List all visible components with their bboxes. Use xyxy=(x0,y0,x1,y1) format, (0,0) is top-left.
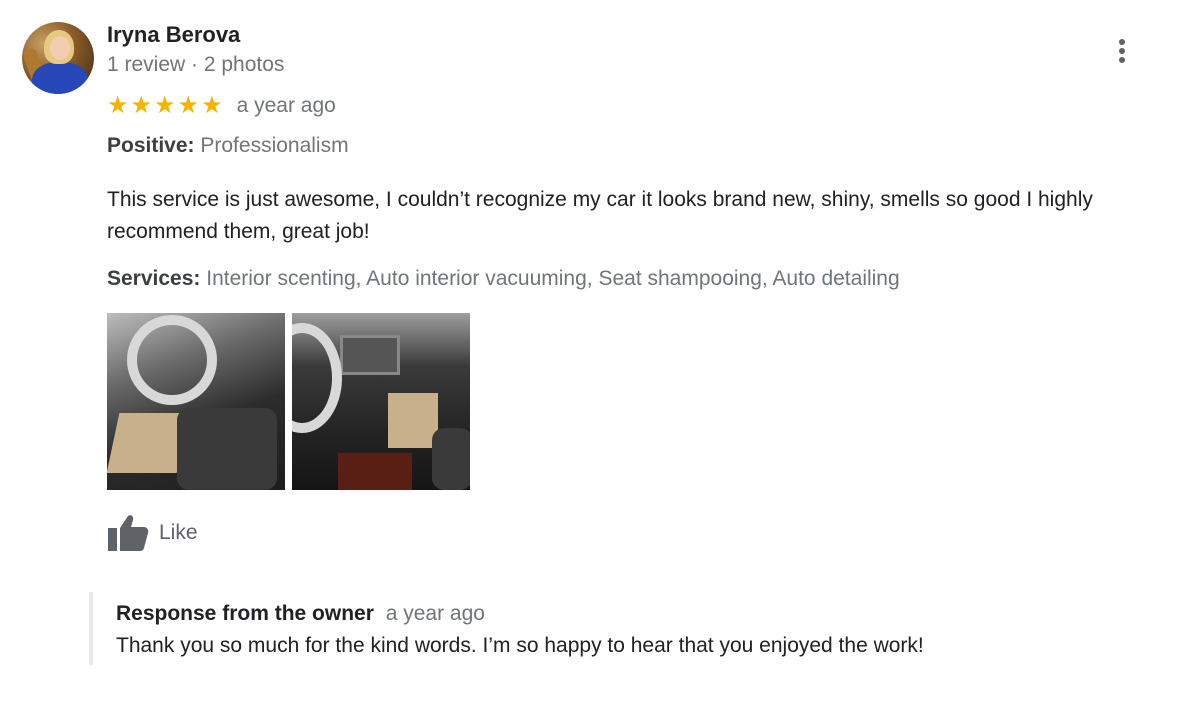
more-options-icon[interactable] xyxy=(1108,36,1136,66)
star-rating: ★ ★ ★ ★ ★ xyxy=(107,94,223,118)
photo-wood-console xyxy=(338,453,412,490)
star-icon: ★ xyxy=(177,92,200,119)
star-icon: ★ xyxy=(154,92,176,119)
owner-response-header: Response from the owner a year ago xyxy=(116,602,485,626)
photo-floor-mat xyxy=(388,393,438,448)
owner-response-title: Response from the owner xyxy=(116,602,374,625)
review-time: a year ago xyxy=(236,94,336,117)
avatar-body xyxy=(32,62,88,94)
owner-response-text: Thank you so much for the kind words. I’… xyxy=(116,634,924,657)
thumbs-up-icon xyxy=(108,515,149,551)
star-icon: ★ xyxy=(107,92,129,119)
positive-value: Professionalism xyxy=(200,134,349,157)
reviewer-name[interactable]: Iryna Berova xyxy=(107,22,240,48)
photo-seat xyxy=(432,428,470,490)
rating-row: ★ ★ ★ ★ ★ a year ago xyxy=(107,92,336,120)
star-icon: ★ xyxy=(130,92,153,119)
reviewer-avatar[interactable] xyxy=(22,22,94,94)
star-icon: ★ xyxy=(201,92,223,119)
like-label: Like xyxy=(159,521,198,544)
like-button[interactable]: Like xyxy=(107,513,198,553)
review-photo-1[interactable] xyxy=(107,313,285,490)
services-label: Services: xyxy=(107,267,201,290)
photo-dash-screen xyxy=(340,335,400,375)
services-attribute: Services: Interior scenting, Auto interi… xyxy=(107,267,900,291)
review-text: This service is just awesome, I couldn’t… xyxy=(107,188,1093,243)
kebab-dot xyxy=(1119,39,1125,45)
kebab-dot xyxy=(1119,57,1125,63)
services-value: Interior scenting, Auto interior vacuumi… xyxy=(206,267,900,290)
photo-steering-wheel xyxy=(127,315,217,405)
avatar-face xyxy=(50,36,70,60)
photo-seat xyxy=(177,408,277,490)
review-photo-2[interactable] xyxy=(292,313,470,490)
positive-attribute: Positive: Professionalism xyxy=(107,134,349,158)
photo-steering-wheel xyxy=(292,323,342,433)
owner-response: Response from the owner a year ago Thank… xyxy=(89,592,1093,665)
kebab-dot xyxy=(1119,48,1125,54)
owner-response-time: a year ago xyxy=(385,602,485,625)
reviewer-meta: 1 review · 2 photos xyxy=(107,53,285,76)
positive-label: Positive: xyxy=(107,134,195,157)
